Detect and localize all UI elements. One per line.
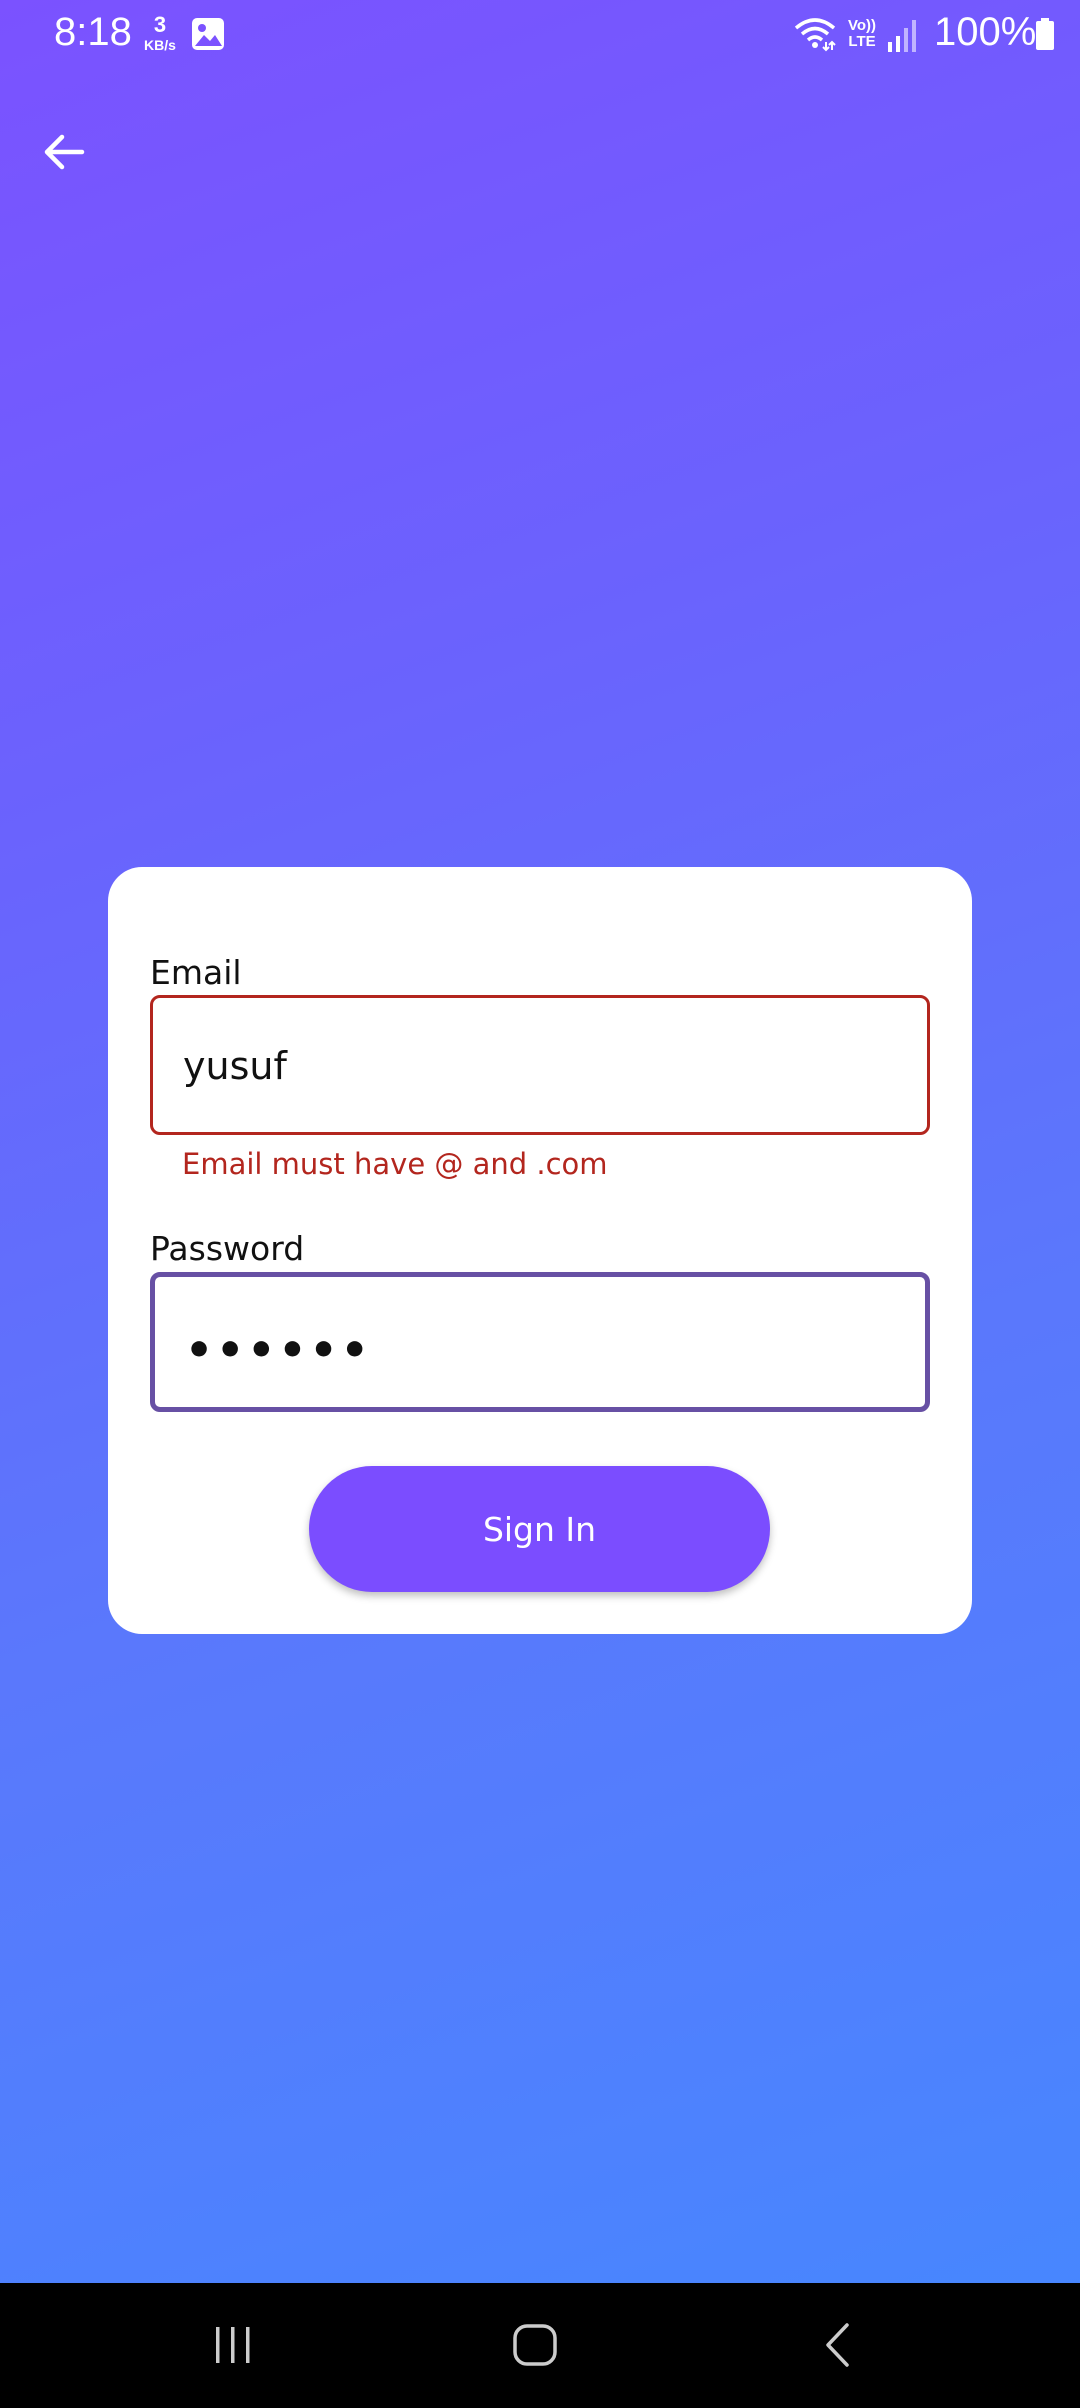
wifi-icon (794, 18, 836, 52)
volte-icon: Vo)) LTE (844, 18, 880, 54)
volte-bottom-label: LTE (848, 33, 876, 50)
signal-icon (888, 20, 916, 52)
email-field-value: yusuf (183, 1044, 287, 1088)
status-time: 8:18 (54, 10, 132, 54)
arrow-left-icon (44, 134, 85, 170)
home-icon[interactable] (512, 2323, 558, 2367)
battery-icon (1036, 18, 1054, 50)
sign-in-button[interactable]: Sign In (309, 1466, 770, 1592)
network-speed-value: 3 (153, 12, 167, 37)
back-nav-icon[interactable] (822, 2321, 852, 2369)
password-field-value: •••••• (185, 1325, 372, 1376)
status-bar: 8:18 3 KB/s Vo)) LTE 100% (0, 0, 1080, 68)
password-field[interactable]: •••••• (150, 1272, 930, 1412)
email-label: Email (150, 953, 242, 992)
sign-in-card: Email yusuf Email must have @ and .com P… (108, 867, 972, 1634)
battery-percentage: 100% (934, 10, 1037, 54)
password-label: Password (150, 1229, 305, 1268)
email-field[interactable]: yusuf (150, 995, 930, 1135)
system-navigation-bar (0, 2283, 1080, 2408)
network-speed: 3 KB/s (138, 12, 182, 53)
email-error-message: Email must have @ and .com (182, 1147, 608, 1181)
back-button[interactable] (36, 124, 92, 180)
volte-top-label: Vo)) (847, 17, 877, 34)
network-speed-unit: KB/s (144, 37, 176, 53)
gallery-icon (192, 18, 224, 50)
recent-apps-icon[interactable] (212, 2323, 254, 2367)
